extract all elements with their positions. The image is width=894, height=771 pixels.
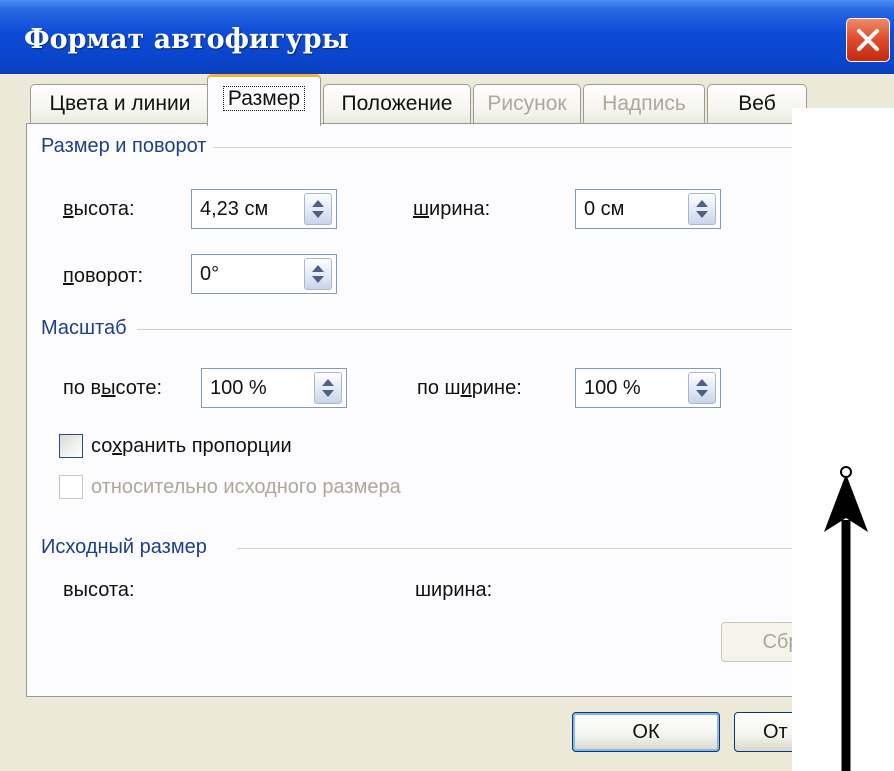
- scale-width-value[interactable]: 100 %: [584, 377, 641, 400]
- scale-height-spinner[interactable]: 100 %: [201, 368, 347, 408]
- group-divider: [207, 147, 887, 148]
- spin-updown-icon: [696, 200, 708, 218]
- tab-textbox: Надпись: [583, 84, 705, 124]
- tab-panel-size: Размер и поворот высота: 4,23 см ширина:…: [26, 123, 894, 697]
- title-bar[interactable]: Формат автофигуры: [0, 0, 894, 74]
- width-value[interactable]: 0 см: [584, 198, 624, 221]
- rotation-spinner[interactable]: 0°: [191, 254, 337, 294]
- scale-width-spin-button[interactable]: [688, 372, 716, 404]
- rotation-spin-button[interactable]: [304, 258, 332, 290]
- tab-label: Положение: [341, 92, 453, 115]
- height-spinner[interactable]: 4,23 см: [191, 189, 337, 229]
- ok-button[interactable]: ОК: [572, 712, 720, 752]
- width-spinner[interactable]: 0 см: [575, 189, 721, 229]
- group-divider: [237, 548, 887, 549]
- close-button[interactable]: [846, 18, 890, 62]
- cancel-button-label: От: [763, 721, 788, 743]
- width-label: ширина:: [413, 198, 491, 220]
- tab-label: Цвета и линии: [49, 92, 191, 115]
- height-spin-button[interactable]: [304, 193, 332, 225]
- rotation-value[interactable]: 0°: [200, 263, 219, 286]
- tab-label: Веб: [738, 92, 776, 115]
- tab-colors-lines[interactable]: Цвета и линии: [30, 84, 210, 124]
- scale-width-label: по ширине:: [417, 377, 522, 399]
- original-width-label: ширина:: [415, 579, 493, 601]
- group-title-scale: Масштаб: [41, 317, 135, 340]
- tab-label: Размер: [222, 86, 306, 111]
- scale-width-spinner[interactable]: 100 %: [575, 368, 721, 408]
- lock-aspect-label[interactable]: сохранить пропорции: [91, 435, 292, 458]
- group-title-original-size: Исходный размер: [41, 536, 215, 559]
- group-divider: [137, 329, 887, 330]
- original-height-label: высота:: [63, 579, 135, 601]
- window-title: Формат автофигуры: [24, 24, 349, 55]
- scale-height-spin-button[interactable]: [314, 372, 342, 404]
- spin-updown-icon: [696, 379, 708, 397]
- group-title-size-rotate: Размер и поворот: [41, 135, 215, 158]
- spin-updown-icon: [312, 200, 324, 218]
- rotation-label: поворот:: [63, 265, 144, 287]
- tab-label: Надпись: [602, 92, 686, 115]
- tab-size[interactable]: Размер: [207, 74, 321, 126]
- ok-button-label: ОК: [632, 721, 660, 743]
- arrow-up-icon: [824, 466, 868, 771]
- scale-height-label: по высоте:: [63, 377, 163, 399]
- width-spin-button[interactable]: [688, 193, 716, 225]
- relative-original-label: относительно исходного размера: [91, 476, 401, 498]
- spin-updown-icon: [322, 379, 334, 397]
- height-label: высота:: [63, 198, 135, 220]
- tab-picture: Рисунок: [473, 84, 581, 124]
- spin-updown-icon: [312, 265, 324, 283]
- close-icon: [857, 29, 879, 51]
- tab-label: Рисунок: [487, 92, 567, 115]
- height-value[interactable]: 4,23 см: [200, 198, 268, 221]
- tab-position[interactable]: Положение: [323, 84, 471, 124]
- relative-original-checkbox: [59, 475, 83, 499]
- lock-aspect-checkbox[interactable]: [59, 434, 83, 458]
- dialog-window: Формат автофигуры Цвета и линии Размер П…: [0, 0, 894, 771]
- scale-height-value[interactable]: 100 %: [210, 377, 267, 400]
